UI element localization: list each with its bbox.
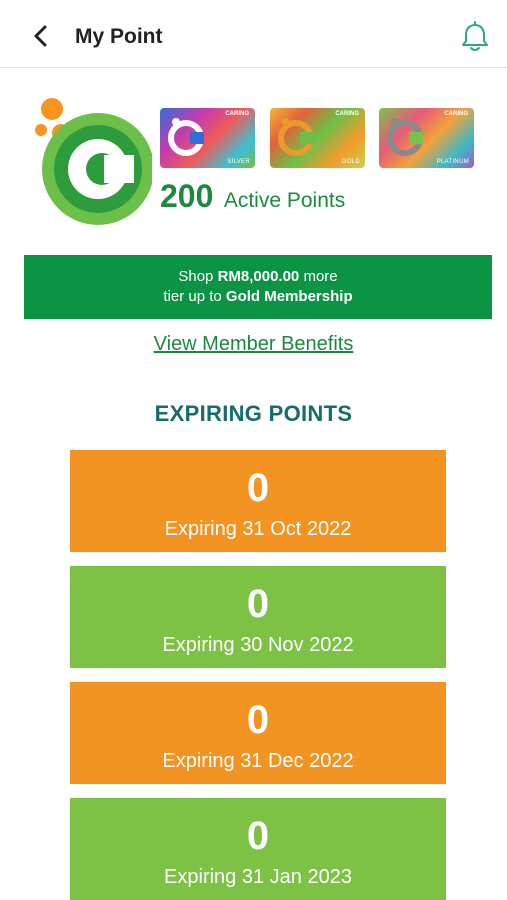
banner-line-1: Shop RM8,000.00 more — [24, 267, 492, 287]
expiring-points-value: 0 — [246, 466, 270, 510]
points-value: 200 — [160, 178, 214, 214]
banner-tier-name: Gold Membership — [225, 288, 353, 305]
card-tier-label: GOLD — [341, 159, 360, 165]
view-member-benefits-link[interactable]: View Member Benefits — [0, 333, 507, 356]
banner-tier-prefix: tier up to — [163, 288, 222, 305]
expiring-points-value: 0 — [246, 814, 270, 858]
notification-button[interactable] — [459, 20, 491, 54]
expiring-points-date: Expiring 30 Nov 2022 — [162, 634, 354, 656]
banner-amount: RM8,000.00 — [217, 268, 300, 285]
membership-cards: CARING SILVER CARING GOLD CARING PLATINU… — [160, 108, 475, 170]
expiring-points-date: Expiring 31 Dec 2022 — [162, 750, 354, 772]
banner-line-2: tier up to Gold Membership — [24, 287, 492, 307]
platinum-card: CARING PLATINUM — [379, 108, 474, 168]
banner-suffix: more — [303, 268, 338, 285]
caring-logo — [32, 97, 154, 227]
expiring-points-value: 0 — [246, 582, 270, 626]
expiring-points-date: Expiring 31 Oct 2022 — [164, 518, 352, 540]
card-tier-label: SILVER — [227, 159, 250, 165]
expiring-points-heading: EXPIRING POINTS — [154, 401, 353, 426]
card-tier-label: PLATINUM — [436, 159, 469, 165]
expiring-points-value: 0 — [246, 698, 270, 742]
page-title: My Point — [75, 25, 163, 48]
expiring-points-card: 0 Expiring 31 Dec 2022 — [70, 682, 446, 784]
back-button[interactable] — [28, 22, 56, 50]
chevron-left-icon — [34, 25, 47, 47]
expiring-points-card: 0 Expiring 30 Nov 2022 — [70, 566, 446, 668]
points-label: Active Points — [223, 189, 346, 212]
gold-card: CARING GOLD — [270, 108, 365, 168]
card-brand: CARING — [335, 111, 359, 117]
top-app-bar: My Point — [0, 0, 507, 68]
silver-card: CARING SILVER — [160, 108, 255, 168]
card-brand: CARING — [444, 111, 468, 117]
card-brand: CARING — [225, 111, 249, 117]
expiring-points-date: Expiring 31 Jan 2023 — [164, 866, 352, 888]
bell-icon — [462, 21, 488, 51]
active-points: 200 Active Points — [160, 178, 345, 218]
expiring-points-card: 0 Expiring 31 Jan 2023 — [70, 798, 446, 900]
tier-upgrade-banner: Shop RM8,000.00 more tier up to Gold Mem… — [24, 255, 492, 319]
expiring-points-card: 0 Expiring 31 Oct 2022 — [70, 450, 446, 552]
banner-prefix: Shop — [178, 268, 214, 285]
